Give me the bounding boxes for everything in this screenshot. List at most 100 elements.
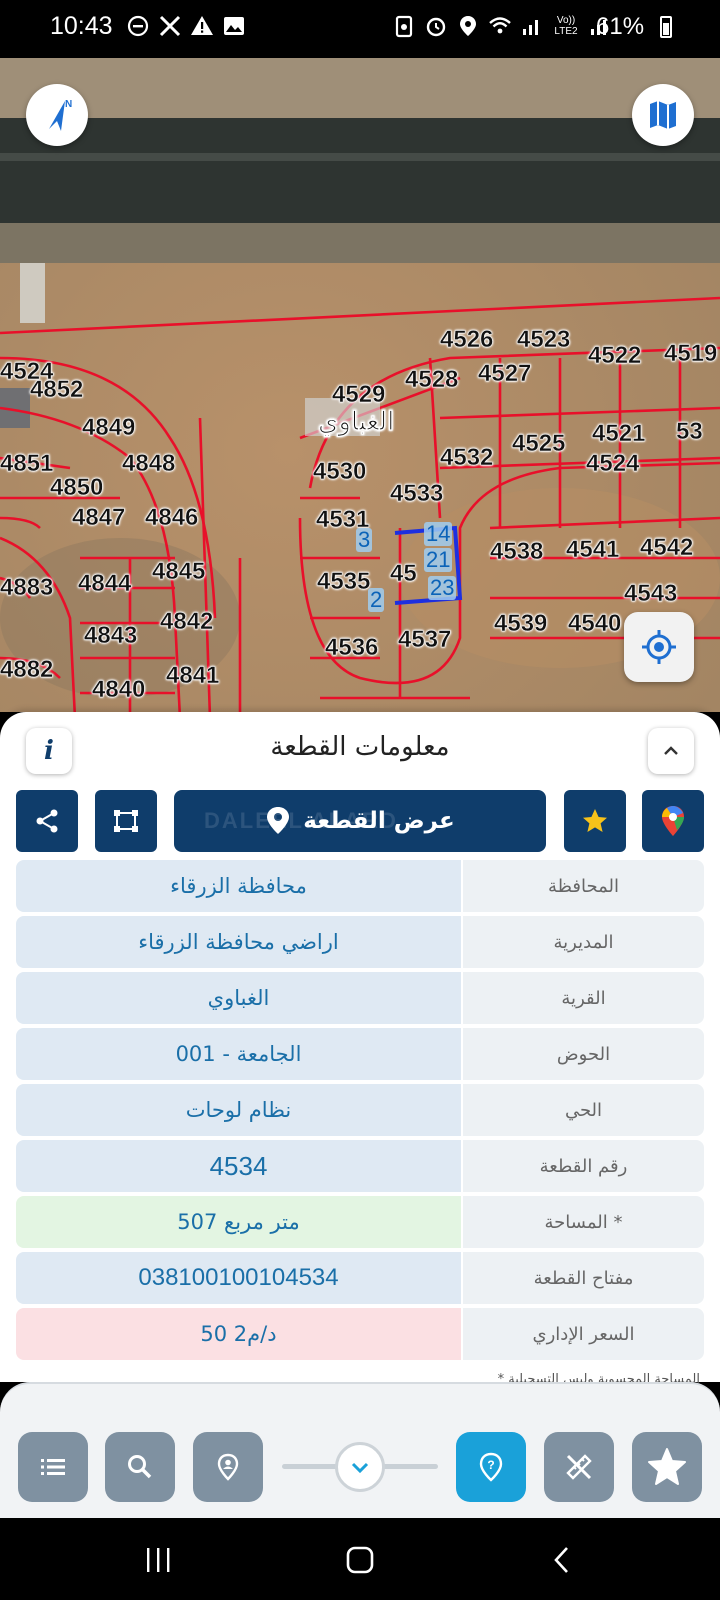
parcel-corner-number: 3 [356, 527, 373, 552]
compass-button[interactable]: N [26, 84, 88, 146]
parcel-shape-button[interactable] [95, 790, 157, 852]
status-time: 10:43 [50, 12, 113, 40]
village-label: القرية [463, 972, 704, 1024]
svg-text:?: ? [487, 1458, 494, 1472]
nearby-button[interactable] [193, 1432, 263, 1502]
recent-apps-button[interactable] [138, 1540, 178, 1580]
info-row-directorate: اراضي محافظة الزرقاء المديرية [16, 916, 704, 968]
location-question-icon: ? [479, 1452, 503, 1482]
chevron-down-icon [351, 1462, 369, 1474]
parcel-label[interactable]: 4540 [568, 610, 622, 638]
parcel-label[interactable]: 4849 [82, 414, 136, 442]
info-row-basin: الجامعة - 001 الحوض [16, 1028, 704, 1080]
parcel-corner-number: 23 [428, 575, 457, 600]
parcel-label[interactable]: 4846 [145, 504, 199, 532]
my-location-button[interactable] [624, 612, 694, 682]
home-button[interactable] [340, 1540, 380, 1580]
governorate-label: المحافظة [463, 860, 704, 912]
back-icon [554, 1547, 568, 1573]
parcel-key-label: مفتاح القطعة [463, 1252, 704, 1304]
parcel-label[interactable]: 4541 [566, 536, 620, 564]
search-icon [128, 1455, 152, 1479]
parcel-label[interactable]: 4527 [478, 360, 532, 388]
bottom-toolbar: ? [0, 1382, 720, 1518]
parcel-label[interactable]: 4539 [494, 610, 548, 638]
parcel-label[interactable]: 4532 [440, 444, 494, 472]
alarm-icon [426, 17, 446, 37]
show-parcel-button[interactable]: DALEEL ALARD عرض القطعة [174, 790, 546, 852]
google-maps-button[interactable] [642, 790, 704, 852]
parcel-label[interactable]: 4526 [440, 326, 494, 354]
star-outline-icon [648, 1448, 686, 1485]
district-label: الغباوي [318, 406, 395, 436]
search-button[interactable] [105, 1432, 175, 1502]
basin-value: الجامعة - 001 [16, 1028, 461, 1080]
parcel-label[interactable]: 4522 [588, 342, 642, 370]
location-icon [460, 16, 476, 36]
neighborhood-label: الحي [463, 1084, 704, 1136]
warning-icon [191, 16, 213, 35]
parcel-label[interactable]: 4543 [624, 580, 678, 608]
parcel-label[interactable]: 4524 [0, 358, 54, 386]
parcel-label[interactable]: 4882 [0, 656, 54, 684]
ruler-pencil-icon [566, 1454, 592, 1480]
parcel-label[interactable]: 4523 [517, 326, 571, 354]
parcel-label[interactable]: 4536 [325, 634, 379, 662]
list-button[interactable] [18, 1432, 88, 1502]
parcel-label[interactable]: 45 [390, 560, 417, 588]
parcel-label[interactable]: 4530 [313, 458, 367, 486]
favorite-button[interactable] [564, 790, 626, 852]
parcel-corner-number: 2 [368, 587, 385, 612]
favorites-button[interactable] [632, 1432, 702, 1502]
parcel-info-button[interactable]: ? [456, 1432, 526, 1502]
directorate-label: المديرية [463, 916, 704, 968]
map-layers-button[interactable] [632, 84, 694, 146]
status-bar: 10:43 Vo)) LTE2 61% [0, 0, 720, 58]
parcel-corner-number: 21 [424, 547, 453, 572]
parcel-label[interactable]: 53 [676, 418, 703, 446]
list-icon [41, 1459, 65, 1475]
google-maps-icon [662, 806, 684, 836]
watermark: DALEEL ALARD [204, 808, 398, 833]
map-view[interactable]: الغباوي 4526 4523 4522 4519 4529 4528 45… [0, 58, 720, 712]
parcel-label[interactable]: 4842 [160, 608, 214, 636]
parcel-info-table: محافظة الزرقاء المحافظة اراضي محافظة الز… [16, 860, 704, 1364]
parcel-label[interactable]: 4848 [122, 450, 176, 478]
parcel-label[interactable]: 4529 [332, 381, 386, 409]
parcel-label[interactable]: 4850 [50, 474, 104, 502]
parcel-label[interactable]: 4535 [317, 568, 371, 596]
parcel-label[interactable]: 4847 [72, 504, 126, 532]
parcel-label[interactable]: 4845 [152, 558, 206, 586]
recent-apps-icon [147, 1548, 170, 1572]
parcel-label[interactable]: 4521 [592, 420, 646, 448]
parcel-label[interactable]: 4525 [512, 430, 566, 458]
parcel-label[interactable]: 4851 [0, 450, 54, 478]
panel-title: معلومات القطعة [270, 732, 450, 762]
system-nav-bar [0, 1518, 720, 1600]
village-value: الغباوي [16, 972, 461, 1024]
signal-icon [523, 20, 538, 35]
parcel-label[interactable]: 4519 [664, 340, 718, 368]
home-icon [346, 1546, 374, 1574]
parcel-key-value[interactable]: 038100100104534 [16, 1252, 461, 1304]
parcel-label[interactable]: 4883 [0, 574, 54, 602]
parcel-label[interactable]: 4537 [398, 626, 452, 654]
collapse-button[interactable] [648, 728, 694, 774]
battery-saver-icon [395, 15, 413, 38]
parcel-label[interactable]: 4542 [640, 534, 694, 562]
toolbar-slider-knob[interactable] [335, 1442, 385, 1492]
parcel-label[interactable]: 4840 [92, 676, 146, 704]
parcel-label[interactable]: 4843 [84, 622, 138, 650]
parcel-label[interactable]: 4841 [166, 662, 220, 690]
share-button[interactable] [16, 790, 78, 852]
parcel-label[interactable]: 4524 [586, 450, 640, 478]
admin-price-value: 50 د/م2 [16, 1308, 461, 1360]
back-button[interactable] [542, 1540, 582, 1580]
parcel-label[interactable]: 4844 [78, 570, 132, 598]
parcel-label[interactable]: 4533 [390, 480, 444, 508]
parcel-label[interactable]: 4528 [405, 366, 459, 394]
info-row-area: 507 متر مربع المساحة * [16, 1196, 704, 1248]
parcel-label[interactable]: 4538 [490, 538, 544, 566]
crosshair-icon [642, 630, 676, 664]
measure-button[interactable] [544, 1432, 614, 1502]
